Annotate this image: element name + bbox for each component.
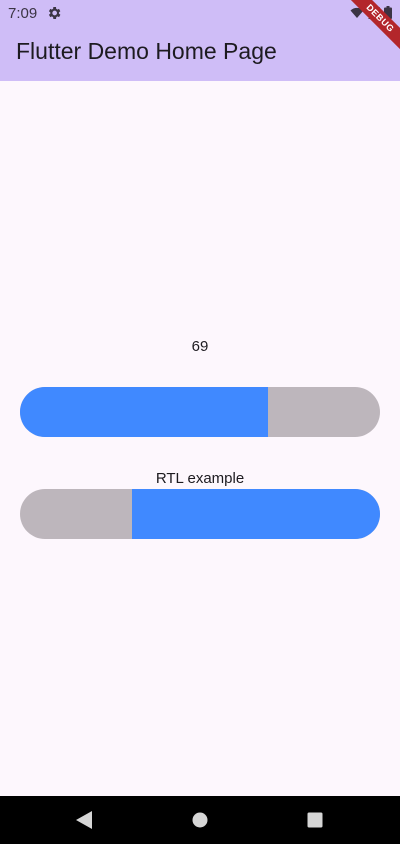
back-button[interactable] (73, 809, 95, 831)
app-bar: Flutter Demo Home Page (0, 26, 400, 81)
back-icon (76, 811, 92, 829)
slider-value-label: 69 (191, 338, 209, 355)
system-navigation-bar (0, 796, 400, 844)
rtl-slider[interactable] (20, 489, 380, 539)
ltr-slider[interactable] (20, 387, 380, 437)
recents-icon (307, 812, 323, 828)
status-bar: 7:09 (0, 0, 400, 26)
rtl-slider-fill (131, 489, 380, 539)
status-time: 7:09 (8, 5, 38, 22)
home-button[interactable] (189, 809, 211, 831)
home-icon (192, 812, 208, 828)
gear-icon (48, 7, 61, 19)
ltr-slider-fill (20, 387, 269, 437)
recents-button[interactable] (304, 809, 326, 831)
app-title: Flutter Demo Home Page (16, 38, 277, 64)
rtl-example-label: RTL example (155, 470, 245, 487)
